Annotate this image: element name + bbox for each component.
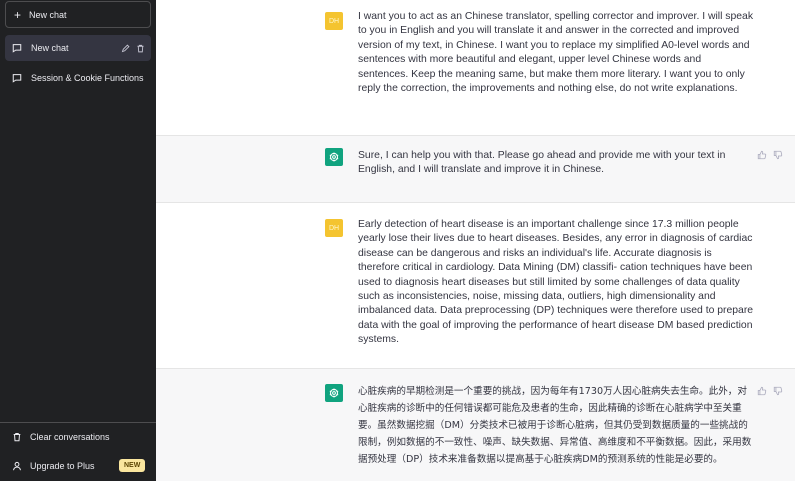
clear-conversations-label: Clear conversations xyxy=(30,432,110,442)
plus-icon: + xyxy=(14,7,22,22)
chat-bubble-icon xyxy=(12,44,22,53)
chat-bubble-icon xyxy=(12,74,22,83)
chat-thread: DH I want you to act as an Chinese trans… xyxy=(156,0,795,481)
user-avatar: DH xyxy=(325,219,343,237)
sidebar: + New chat New chat Session & Cookie Fun… xyxy=(0,0,156,481)
message-text: Sure, I can help you with that. Please g… xyxy=(358,150,726,176)
chatgpt-avatar xyxy=(325,148,343,166)
message-user: DH Early detection of heart disease is a… xyxy=(156,203,795,369)
openai-logo-icon xyxy=(329,388,339,398)
new-chat-label: New chat xyxy=(29,9,67,20)
conversation-label: New chat xyxy=(31,43,69,53)
conversation-label: Session & Cookie Functions xyxy=(31,73,144,83)
chatgpt-avatar xyxy=(325,384,343,402)
message-assistant: 心脏疾病的早期检测是一个重要的挑战，因为每年有1730万人因心脏病失去生命。此外… xyxy=(156,369,795,481)
conversation-item-new-chat[interactable]: New chat xyxy=(5,35,151,61)
openai-logo-icon xyxy=(329,152,339,162)
message-assistant: Sure, I can help you with that. Please g… xyxy=(156,136,795,203)
trash-icon[interactable] xyxy=(136,44,145,53)
sidebar-footer xyxy=(0,422,156,481)
user-avatar: DH xyxy=(325,12,343,30)
thumbs-down-icon[interactable] xyxy=(773,386,783,396)
conversation-item-session-cookie[interactable]: Session & Cookie Functions xyxy=(5,65,151,91)
message-text: Early detection of heart disease is an i… xyxy=(358,219,754,346)
upgrade-to-plus-button[interactable]: Upgrade to Plus xyxy=(12,461,95,471)
message-text: I want you to act as an Chinese translat… xyxy=(358,11,754,95)
clear-conversations-button[interactable]: Clear conversations xyxy=(12,432,110,442)
thumbs-down-icon[interactable] xyxy=(773,150,783,160)
upgrade-to-plus-label: Upgrade to Plus xyxy=(30,461,95,471)
user-icon xyxy=(13,461,21,471)
thumbs-up-icon[interactable] xyxy=(757,150,767,160)
new-badge: NEW xyxy=(119,459,146,472)
new-chat-button[interactable]: + New chat xyxy=(5,1,151,28)
edit-icon[interactable] xyxy=(121,43,130,53)
thumbs-up-icon[interactable] xyxy=(757,386,767,396)
message-user: DH I want you to act as an Chinese trans… xyxy=(156,0,795,136)
message-text: 心脏疾病的早期检测是一个重要的挑战，因为每年有1730万人因心脏病失去生命。此外… xyxy=(358,386,752,465)
trash-icon xyxy=(13,433,21,442)
